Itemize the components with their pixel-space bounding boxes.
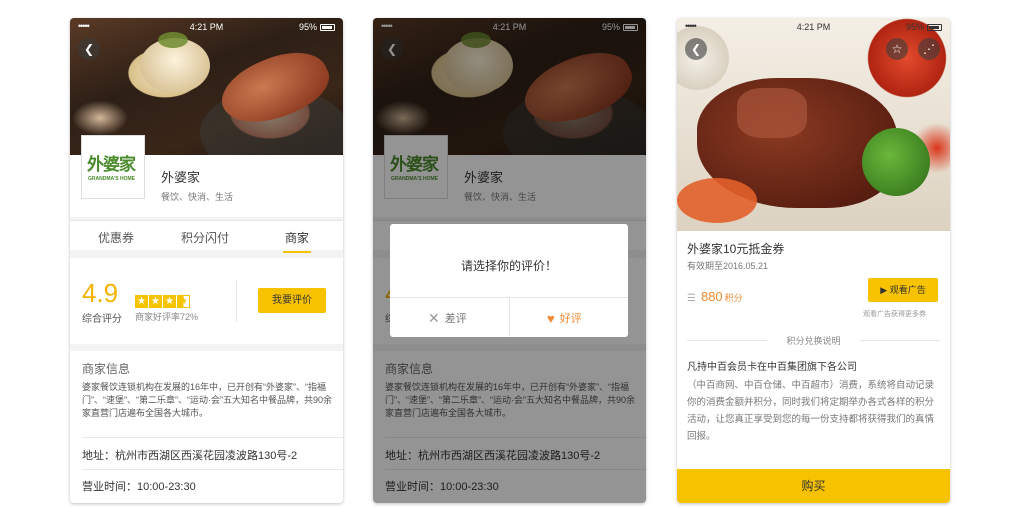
play-icon: ▶ (880, 285, 890, 295)
business-hours: 营业时间：10:00-23:30 (82, 481, 196, 493)
rules-text: （中百商网、中百仓储、中百超市）消费，系统将自动记录你的消费金额并积分，同时我们… (687, 380, 935, 442)
merchant-description: 婆家餐饮连锁机构在发展的16年中，已开创有“外婆家”、“指福门”、“速堡”、“第… (82, 382, 332, 418)
shop-name: 外婆家 (161, 170, 201, 185)
battery-percent: 95% (905, 22, 924, 32)
battery-percent: 95% (298, 22, 317, 32)
coupon-points: ☰ 880 积分 (687, 289, 743, 304)
coupon-hero-image (677, 18, 950, 231)
bad-review-button[interactable]: ✕ 差评 (428, 310, 467, 327)
shop-logo: 外婆家 GRANDMA'S HOME (81, 135, 145, 199)
rating-stars: ★ ★ ★ ★ (135, 291, 191, 309)
share-icon: ⋰ (923, 42, 935, 56)
rules-body: 凡持中百会员卡在中百集团旗下各公司 （中百商网、中百仓储、中百超市）消费，系统将… (677, 351, 950, 469)
buy-button[interactable]: 购买 (677, 469, 950, 503)
divider (236, 280, 237, 322)
section-title: 商家信息 (82, 362, 131, 376)
tab-coupons[interactable]: 优惠券 (98, 229, 134, 246)
star-icon: ☆ (891, 42, 903, 56)
rating-card: 4.9 综合评分 ★ ★ ★ ★ 商家好评率72% 我要评价 (70, 258, 343, 344)
star-icon: ★ (135, 295, 148, 308)
rating-score-label: 综合评分 (82, 314, 122, 325)
coupon-info-card: 外婆家10元抵金券 有效期至2016.05.21 ☰ 880 积分 ▶ 观看广告 观… (677, 231, 950, 331)
battery-icon (927, 24, 942, 31)
rating-dialog: 请选择你的评价！ ✕ 差评 ♥ 好评 (390, 224, 628, 337)
half-star-icon: ★ (177, 295, 190, 308)
phone-screen-coupon-detail: ••••• 4:21 PM 95% ❮ ☆ ⋰ 外婆家10元抵金券 有效期至20… (677, 18, 950, 503)
heart-icon: ♥ (547, 311, 555, 326)
rules-head: 凡持中百会员卡在中百集团旗下各公司 (687, 362, 857, 373)
close-icon: ✕ (428, 310, 440, 326)
dialog-title: 请选择你的评价！ (460, 259, 557, 273)
merchant-address[interactable]: 地址：杭州市西湖区西溪花园凌波路130号-2 (82, 447, 297, 463)
coupon-title: 外婆家10元抵金券 (687, 242, 785, 256)
ad-note: 观看广告获得更多券 (863, 311, 926, 318)
phone-screen-shop-detail: ••••• 4:21 PM 95% ❮ 外婆家 GRANDMA'S HOME 外… (70, 18, 343, 503)
rules-title: 积分兑换说明 (786, 336, 841, 346)
back-button[interactable]: ❮ (78, 38, 100, 60)
divider (82, 469, 343, 470)
status-bar: ••••• 4:21 PM 95% (70, 20, 343, 34)
good-rate-text: 商家好评率72% (135, 312, 199, 322)
tab-points-pay[interactable]: 积分闪付 (181, 229, 229, 246)
tab-merchant[interactable]: 商家 (282, 229, 312, 253)
rating-score: 4.9 (82, 278, 119, 308)
coin-icon: ☰ (687, 293, 696, 304)
rules-divider: 积分兑换说明 (677, 331, 950, 351)
star-icon: ★ (149, 295, 162, 308)
battery-icon (320, 24, 335, 31)
divider (82, 437, 343, 438)
back-icon: ❮ (83, 42, 95, 56)
share-button[interactable]: ⋰ (918, 38, 940, 60)
shop-tabs: 优惠券 积分闪付 商家 (70, 220, 343, 253)
favorite-button[interactable]: ☆ (886, 38, 908, 60)
shop-category: 餐饮、快消、生活 (161, 192, 234, 202)
rate-button[interactable]: 我要评价 (258, 288, 326, 313)
merchant-info-section: 商家信息 婆家餐饮连锁机构在发展的16年中，已开创有“外婆家”、“指福门”、“速… (70, 351, 343, 503)
good-review-button[interactable]: ♥ 好评 (547, 310, 582, 326)
phone-screen-rating-dialog: ••••• 4:21 PM 95% ❮ 外婆家 GRANDMA'S HOME 外… (373, 18, 646, 503)
coupon-expiry: 有效期至2016.05.21 (687, 261, 769, 271)
back-button[interactable]: ❮ (685, 38, 707, 60)
star-icon: ★ (163, 295, 176, 308)
back-icon: ❮ (690, 42, 702, 56)
status-bar: ••••• 4:21 PM 95% (677, 20, 950, 34)
watch-ad-button[interactable]: ▶ 观看广告 (868, 278, 938, 302)
divider (509, 297, 510, 337)
shop-info-card: 外婆家 GRANDMA'S HOME 外婆家 餐饮、快消、生活 (70, 135, 343, 217)
